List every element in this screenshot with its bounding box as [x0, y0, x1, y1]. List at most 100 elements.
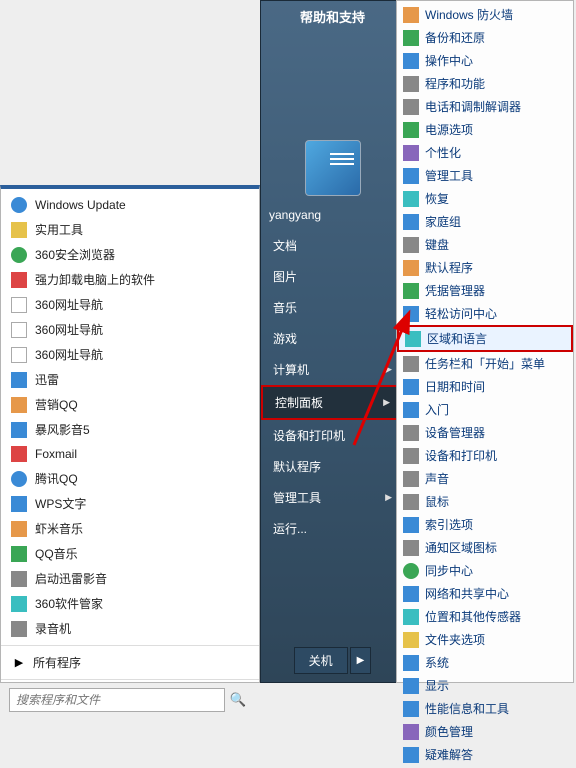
control-panel-item[interactable]: 键盘: [397, 233, 573, 256]
shutdown-options-button[interactable]: ▶: [350, 647, 372, 674]
search-row: 🔍: [1, 679, 259, 720]
xunlei-media-icon: [11, 571, 27, 587]
system-link-游戏[interactable]: 游戏: [261, 323, 404, 354]
control-panel-item[interactable]: 管理工具: [397, 164, 573, 187]
control-panel-item[interactable]: 电话和调制解调器: [397, 95, 573, 118]
system-link-默认程序[interactable]: 默认程序: [261, 451, 404, 482]
control-panel-label: 家庭组: [425, 213, 461, 230]
control-panel-item[interactable]: 区域和语言: [397, 325, 573, 352]
control-panel-item[interactable]: 通知区域图标: [397, 536, 573, 559]
control-panel-item[interactable]: 备份和还原: [397, 26, 573, 49]
control-panel-item[interactable]: 轻松访问中心: [397, 302, 573, 325]
program-label: 360网址导航: [35, 296, 103, 313]
program-label: 迅雷: [35, 371, 59, 388]
control-panel-item[interactable]: 设备管理器: [397, 421, 573, 444]
system-link-图片[interactable]: 图片: [261, 261, 404, 292]
program-item[interactable]: 营销QQ: [1, 392, 259, 417]
program-item[interactable]: 360网址导航: [1, 292, 259, 317]
control-panel-label: 轻松访问中心: [425, 305, 497, 322]
control-panel-item[interactable]: 操作中心: [397, 49, 573, 72]
arrow-right-icon: ▶: [11, 655, 27, 671]
control-panel-label: 显示: [425, 677, 449, 694]
control-panel-label: 键盘: [425, 236, 449, 253]
control-panel-item[interactable]: 疑难解答: [397, 743, 573, 766]
control-panel-item[interactable]: 电源选项: [397, 118, 573, 141]
help-support-title[interactable]: 帮助和支持: [261, 1, 404, 32]
control-panel-item[interactable]: 默认程序: [397, 256, 573, 279]
control-panel-item[interactable]: 凭据管理器: [397, 279, 573, 302]
system-link-控制面板[interactable]: 控制面板▶: [261, 385, 404, 420]
getting-started-icon: [403, 402, 419, 418]
start-menu-left-panel: Windows Update实用工具 360安全浏览器强力卸载电脑上的软件 360网…: [0, 185, 260, 683]
control-panel-item[interactable]: 系统: [397, 651, 573, 674]
keyboard-icon: [403, 237, 419, 253]
baofeng-icon: [11, 422, 27, 438]
control-panel-item[interactable]: 性能信息和工具: [397, 697, 573, 720]
system-link-音乐[interactable]: 音乐: [261, 292, 404, 323]
default-programs-icon: [403, 260, 419, 276]
program-item[interactable]: 360网址导航: [1, 342, 259, 367]
notification-icon: [403, 540, 419, 556]
search-icon: 🔍: [230, 692, 247, 707]
control-panel-item[interactable]: 文件夹选项: [397, 628, 573, 651]
program-item[interactable]: 强力卸载电脑上的软件: [1, 267, 259, 292]
control-panel-item[interactable]: 索引选项: [397, 513, 573, 536]
program-item[interactable]: Foxmail: [1, 442, 259, 466]
search-button[interactable]: 🔍: [225, 688, 251, 712]
program-item[interactable]: 360安全浏览器: [1, 242, 259, 267]
control-panel-item[interactable]: 任务栏和「开始」菜单: [397, 352, 573, 375]
control-panel-item[interactable]: 同步中心: [397, 559, 573, 582]
control-panel-label: 声音: [425, 470, 449, 487]
control-panel-item[interactable]: 网络和共享中心: [397, 582, 573, 605]
system-link-文档[interactable]: 文档: [261, 230, 404, 261]
backup-icon: [403, 30, 419, 46]
control-panel-item[interactable]: 声音: [397, 467, 573, 490]
program-item[interactable]: 迅雷: [1, 367, 259, 392]
control-panel-item[interactable]: 入门: [397, 398, 573, 421]
program-item[interactable]: 腾讯QQ: [1, 466, 259, 491]
control-panel-item[interactable]: 位置和其他传感器: [397, 605, 573, 628]
program-item[interactable]: 录音机: [1, 616, 259, 641]
system-link-计算机[interactable]: 计算机▶: [261, 354, 404, 385]
user-avatar-icon[interactable]: [305, 140, 361, 196]
firewall-icon: [403, 7, 419, 23]
program-item[interactable]: QQ音乐: [1, 541, 259, 566]
program-item[interactable]: WPS文字: [1, 491, 259, 516]
program-label: 360安全浏览器: [35, 246, 115, 263]
control-panel-item[interactable]: 日期和时间: [397, 375, 573, 398]
program-item[interactable]: 360软件管家: [1, 591, 259, 616]
control-panel-label: 设备管理器: [425, 424, 485, 441]
control-panel-label: Windows 防火墙: [425, 6, 513, 23]
control-panel-item[interactable]: 鼠标: [397, 490, 573, 513]
display-icon: [403, 678, 419, 694]
system-link-管理工具[interactable]: 管理工具▶: [261, 482, 404, 513]
control-panel-label: 性能信息和工具: [425, 700, 509, 717]
program-item[interactable]: 实用工具: [1, 217, 259, 242]
control-panel-item[interactable]: 设备和打印机: [397, 444, 573, 467]
username-label[interactable]: yangyang: [261, 204, 404, 230]
program-item[interactable]: 虾米音乐: [1, 516, 259, 541]
control-panel-label: 文件夹选项: [425, 631, 485, 648]
control-panel-item[interactable]: 颜色管理: [397, 720, 573, 743]
program-item[interactable]: Windows Update: [1, 193, 259, 217]
control-panel-item[interactable]: 个性化: [397, 141, 573, 164]
program-item[interactable]: 启动迅雷影音: [1, 566, 259, 591]
control-panel-label: 疑难解答: [425, 746, 473, 763]
system-link-运行...[interactable]: 运行...: [261, 513, 404, 544]
datetime-icon: [403, 379, 419, 395]
shutdown-button[interactable]: 关机: [294, 647, 348, 674]
program-label: 启动迅雷影音: [35, 570, 107, 587]
wps-icon: [11, 496, 27, 512]
program-item[interactable]: 暴风影音5: [1, 417, 259, 442]
program-item[interactable]: 360网址导航: [1, 317, 259, 342]
control-panel-item[interactable]: 程序和功能: [397, 72, 573, 95]
control-panel-item[interactable]: 显示: [397, 674, 573, 697]
control-panel-item[interactable]: Windows 防火墙: [397, 3, 573, 26]
control-panel-item[interactable]: 家庭组: [397, 210, 573, 233]
control-panel-item[interactable]: 恢复: [397, 187, 573, 210]
search-input[interactable]: [9, 688, 225, 712]
xiami-icon: [11, 521, 27, 537]
system-link-设备和打印机[interactable]: 设备和打印机: [261, 420, 404, 451]
all-programs-button[interactable]: ▶ 所有程序: [1, 645, 259, 679]
control-panel-label: 管理工具: [425, 167, 473, 184]
